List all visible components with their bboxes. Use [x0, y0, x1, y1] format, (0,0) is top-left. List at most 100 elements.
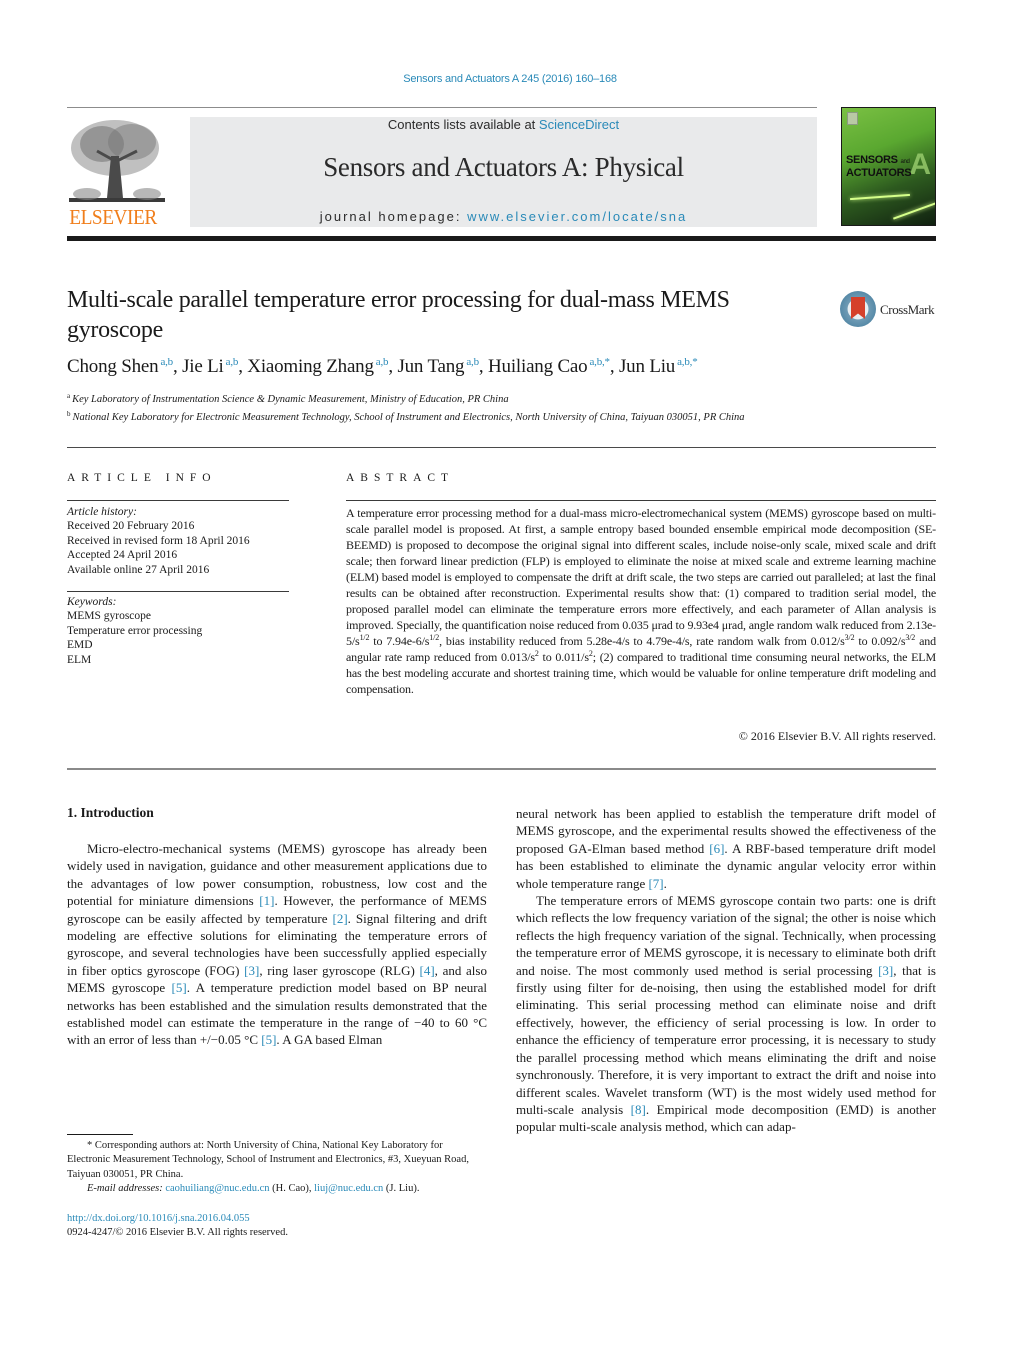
- paragraph-text: , ring laser gyroscope (RLG): [259, 962, 420, 978]
- author-affiliation-marks[interactable]: a,b: [160, 356, 173, 368]
- header-thick-divider: [67, 236, 936, 241]
- author-name: Chong Shen: [67, 356, 159, 377]
- author-affiliation-marks[interactable]: a,b,*: [677, 356, 698, 368]
- contents-available-line: Contents lists available at ScienceDirec…: [190, 117, 817, 132]
- cover-glow-line: [850, 193, 910, 201]
- cover-glow-line: [893, 202, 935, 220]
- author[interactable]: Jie Li a,b: [182, 356, 238, 377]
- homepage-prefix: journal homepage:: [319, 209, 468, 224]
- history-accepted: Accepted 24 April 2016: [67, 549, 178, 562]
- sciencedirect-link[interactable]: ScienceDirect: [539, 117, 619, 132]
- superscript: 3/2: [905, 633, 916, 642]
- citation-ref-link[interactable]: [8]: [631, 1102, 646, 1117]
- superscript: 1/2: [359, 633, 370, 642]
- crossmark-button[interactable]: CrossMark: [840, 291, 940, 329]
- author[interactable]: Chong Shen a,b: [67, 356, 173, 377]
- cover-title: SENSORS and ACTUATORS: [846, 154, 912, 179]
- cover-letter: A: [909, 148, 931, 181]
- issn-copyright: 0924-4247/© 2016 Elsevier B.V. All right…: [67, 1227, 288, 1239]
- abstract-copyright: © 2016 Elsevier B.V. All rights reserved…: [738, 729, 936, 743]
- paragraph: neural network has been applied to estab…: [516, 805, 936, 892]
- citation-ref-link[interactable]: [6]: [709, 841, 724, 856]
- email-owner: (H. Cao),: [269, 1183, 315, 1195]
- affiliation-b: b National Key Laboratory for Electronic …: [67, 407, 807, 425]
- divider: [67, 768, 936, 770]
- abstract-segment: A temperature error processing method fo…: [346, 506, 936, 648]
- affiliation-mark: a: [67, 392, 71, 400]
- tree-icon: [67, 116, 167, 206]
- history-online: Available online 27 April 2016: [67, 563, 210, 576]
- citation-ref-link[interactable]: [5]: [261, 1032, 276, 1047]
- history-received: Received 20 February 2016: [67, 520, 195, 533]
- journal-citation-link[interactable]: Sensors and Actuators A 245 (2016) 160–1…: [0, 73, 1020, 85]
- author-name: Jie Li: [182, 356, 224, 377]
- footnote-text: Corresponding authors at: North Universi…: [67, 1140, 469, 1180]
- citation-ref-link[interactable]: [2]: [332, 911, 347, 926]
- author-name: Xiaoming Zhang: [247, 356, 374, 377]
- email-link[interactable]: liuj@nuc.edu.cn: [314, 1183, 383, 1194]
- author-affiliation-marks[interactable]: a,b,*: [589, 356, 610, 368]
- section-heading-introduction: 1. Introduction: [67, 805, 154, 820]
- citation-ref-link[interactable]: [4]: [420, 963, 435, 978]
- email-link[interactable]: caohuiliang@nuc.edu.cn: [165, 1183, 269, 1194]
- citation-ref-link[interactable]: [1]: [259, 893, 274, 908]
- author-affiliation-marks[interactable]: a,b: [226, 356, 239, 368]
- email-owner: (J. Liu).: [383, 1183, 420, 1195]
- affiliations: a Key Laboratory of Instrumentation Scien…: [67, 389, 807, 425]
- paragraph-text: , that is firstly using filter for de-no…: [516, 962, 936, 1117]
- crossmark-label: CrossMark: [880, 302, 935, 317]
- article-info-heading: ARTICLE INFO: [67, 472, 217, 484]
- citation-ref-link[interactable]: [3]: [244, 963, 259, 978]
- contents-prefix: Contents lists available at: [387, 117, 539, 132]
- footnote-corresponding: * Corresponding authors at: North Univer…: [67, 1139, 487, 1182]
- history-revised: Received in revised form 18 April 2016: [67, 534, 250, 547]
- author-name: Jun Tang: [397, 356, 465, 377]
- journal-homepage-line: journal homepage: www.elsevier.com/locat…: [190, 209, 817, 224]
- history-label: Article history:: [67, 506, 137, 518]
- author[interactable]: Xiaoming Zhang a,b: [247, 356, 388, 377]
- abstract-heading: ABSTRACT: [346, 472, 455, 484]
- author[interactable]: Huiliang Cao a,b,*: [488, 356, 610, 377]
- corresponding-author-footnote: * Corresponding authors at: North Univer…: [67, 1139, 487, 1197]
- header-divider: [67, 107, 817, 108]
- journal-homepage-link[interactable]: www.elsevier.com/locate/sna: [467, 209, 687, 224]
- abstract-segment: to 7.94e-6/s: [369, 634, 430, 648]
- affiliation-text: National Key Laboratory for Electronic M…: [72, 412, 745, 423]
- body-column-right: neural network has been applied to estab…: [516, 805, 936, 1136]
- author-affiliation-marks[interactable]: a,b: [466, 356, 479, 368]
- author-affiliation-marks[interactable]: a,b: [376, 356, 389, 368]
- article-title: Multi-scale parallel temperature error p…: [67, 287, 730, 343]
- citation-ref-link[interactable]: [7]: [648, 876, 663, 891]
- keyword: EMD: [67, 639, 93, 652]
- keyword: ELM: [67, 653, 92, 666]
- citation-ref-link[interactable]: [5]: [172, 980, 187, 995]
- cover-title-and: and: [900, 159, 910, 165]
- doi-block: http://dx.doi.org/10.1016/j.sna.2016.04.…: [67, 1212, 487, 1241]
- affiliation-mark: b: [67, 410, 71, 418]
- divider: [67, 447, 936, 448]
- superscript: 3/2: [844, 633, 855, 642]
- citation-ref-link[interactable]: [3]: [878, 963, 893, 978]
- paragraph: The temperature errors of MEMS gyroscope…: [516, 892, 936, 1136]
- body-column-left: Micro-electro-mechanical systems (MEMS) …: [67, 840, 487, 1049]
- cover-title-line2: ACTUATORS: [846, 167, 912, 179]
- divider: [346, 500, 936, 501]
- cover-publisher-icon: [847, 112, 858, 125]
- paragraph-text: .: [663, 875, 667, 891]
- journal-title: Sensors and Actuators A: Physical: [323, 152, 684, 182]
- cover-title-line1: SENSORS: [846, 154, 898, 166]
- abstract-segment: to 0.092/s: [854, 634, 906, 648]
- affiliation-a: a Key Laboratory of Instrumentation Scien…: [67, 389, 807, 407]
- footnote-emails: E-mail addresses: caohuiliang@nuc.edu.cn…: [67, 1182, 487, 1196]
- keyword: Temperature error processing: [67, 624, 203, 637]
- superscript: 1/2: [429, 633, 440, 642]
- paragraph-text: The temperature errors of MEMS gyroscope…: [516, 893, 936, 978]
- email-label: E-mail addresses:: [87, 1183, 163, 1195]
- doi-link[interactable]: http://dx.doi.org/10.1016/j.sna.2016.04.…: [67, 1212, 487, 1226]
- paragraph-text: . A GA based Elman: [276, 1032, 383, 1048]
- author[interactable]: Jun Tang a,b: [397, 356, 479, 377]
- journal-cover-thumbnail[interactable]: A SENSORS and ACTUATORS: [841, 107, 936, 226]
- abstract-segment: to 0.011/s: [538, 650, 589, 664]
- author-name: Jun Liu: [618, 356, 676, 377]
- author[interactable]: Jun Liu a,b,*: [619, 356, 698, 377]
